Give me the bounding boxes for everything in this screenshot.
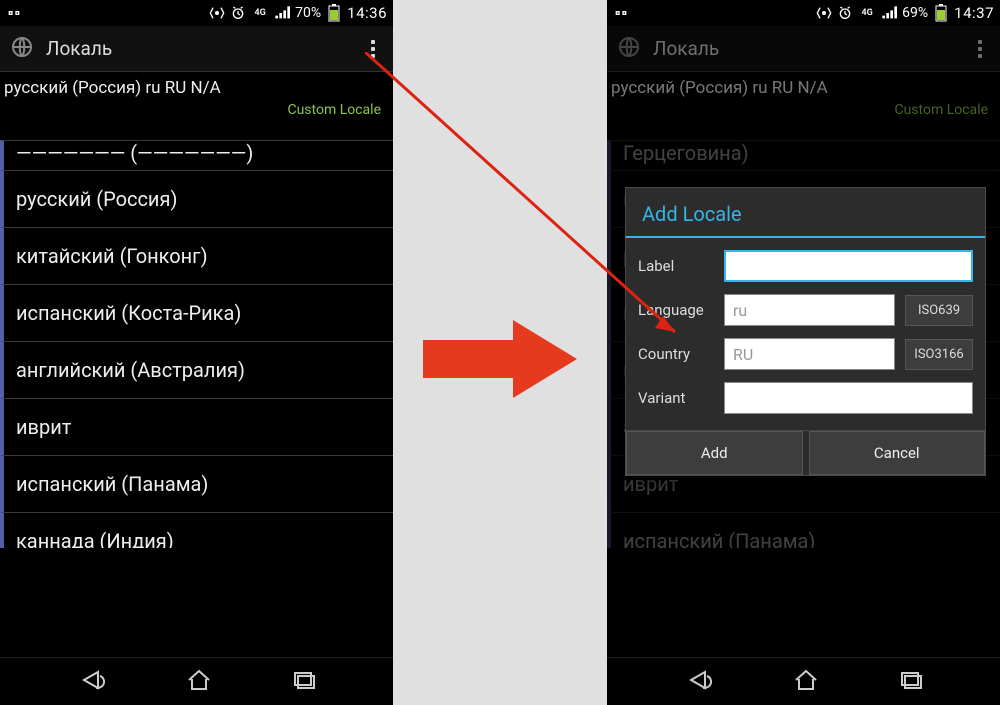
network-4g-icon: 4G <box>251 5 269 21</box>
iso3166-button[interactable]: ISO3166 <box>905 339 973 370</box>
app-bar: Локаль <box>0 26 393 72</box>
overflow-menu-button[interactable] <box>363 33 383 65</box>
alarm-icon <box>837 5 853 21</box>
recents-button[interactable] <box>289 668 317 696</box>
language-input[interactable]: ru <box>724 294 895 326</box>
status-clock: 14:37 <box>954 4 994 22</box>
network-4g-icon: 4G <box>858 5 876 21</box>
globe-icon <box>10 35 34 63</box>
usb-icon <box>613 5 629 21</box>
label-field-label: Label <box>638 257 714 275</box>
country-input[interactable]: RU <box>724 338 895 370</box>
status-bar: 4G 69% 14:37 <box>607 0 1000 26</box>
iso639-button[interactable]: ISO639 <box>905 295 973 326</box>
battery-percent: 70% <box>295 5 321 21</box>
current-locale: русский (Россия) ru RU N/A <box>0 72 393 100</box>
list-item[interactable]: ——————— (———————) <box>0 140 393 170</box>
dialog-title: Add Locale <box>626 188 985 236</box>
language-field-label: Language <box>638 301 714 319</box>
variant-input[interactable] <box>724 382 973 414</box>
back-button[interactable] <box>76 668 108 696</box>
list-item[interactable]: иврит <box>0 398 393 455</box>
nav-bar <box>607 657 1000 705</box>
label-input[interactable] <box>724 250 973 282</box>
signal-icon <box>274 5 290 21</box>
custom-locale-link[interactable]: Custom Locale <box>0 100 393 124</box>
add-locale-dialog: Add Locale Label Language ru ISO639 Coun… <box>625 187 986 476</box>
list-item[interactable]: русский (Россия) <box>0 170 393 227</box>
battery-icon <box>326 5 342 21</box>
home-button[interactable] <box>185 668 213 696</box>
add-button[interactable]: Add <box>626 431 803 475</box>
home-button[interactable] <box>792 668 820 696</box>
list-item[interactable]: китайский (Гонконг) <box>0 227 393 284</box>
list-item[interactable]: английский (Австралия) <box>0 341 393 398</box>
phone-left: 4G 70% 14:36 Локаль русский (Ро <box>0 0 393 705</box>
vibrate-icon <box>816 5 832 21</box>
back-button[interactable] <box>683 668 715 696</box>
cancel-button[interactable]: Cancel <box>809 431 986 475</box>
usb-icon <box>6 5 22 21</box>
signal-icon <box>881 5 897 21</box>
country-field-label: Country <box>638 345 714 363</box>
nav-bar <box>0 657 393 705</box>
list-item[interactable]: каннада (Индия) <box>0 512 393 548</box>
status-bar: 4G 70% 14:36 <box>0 0 393 26</box>
battery-icon <box>933 5 949 21</box>
variant-field-label: Variant <box>638 389 714 407</box>
list-item[interactable]: испанский (Панама) <box>0 455 393 512</box>
locale-list[interactable]: ——————— (———————) русский (Россия) китай… <box>0 140 393 657</box>
recents-button[interactable] <box>896 668 924 696</box>
phone-right: 4G 69% 14:37 Локаль русский (Ро <box>607 0 1000 705</box>
vibrate-icon <box>209 5 225 21</box>
annotation-arrows <box>393 0 607 705</box>
list-item[interactable]: испанский (Коста-Рика) <box>0 284 393 341</box>
app-title: Локаль <box>46 37 112 60</box>
status-clock: 14:36 <box>347 4 387 22</box>
alarm-icon <box>230 5 246 21</box>
battery-percent: 69% <box>902 5 928 21</box>
